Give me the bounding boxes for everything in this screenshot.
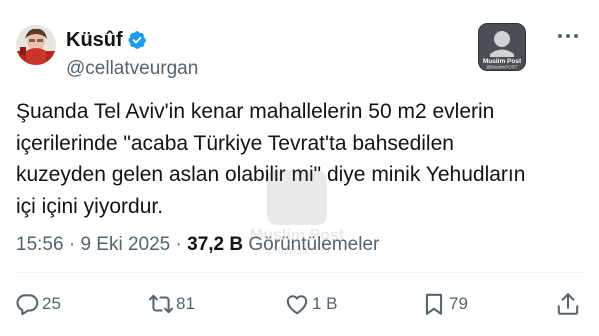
meta-separator: · (63, 234, 81, 255)
more-options-button[interactable] (551, 24, 585, 48)
like-count: 1 B (312, 294, 338, 313)
bookmark-button[interactable]: 79 (421, 290, 468, 318)
tweet-text-line: içerilerinde "acaba Türkiye Tevrat'ta ba… (16, 131, 454, 155)
more-icon (558, 34, 562, 38)
tweet-text-line: Şuanda Tel Aviv'in kenar mahallelerin 50… (16, 100, 495, 123)
display-name[interactable]: Küsûf (66, 29, 123, 51)
like-icon (286, 295, 308, 315)
avatar[interactable] (16, 25, 56, 65)
meta-separator: · (170, 234, 188, 255)
reply-count: 25 (42, 294, 61, 313)
reply-button[interactable]: 25 (14, 290, 61, 318)
views-label: Görüntülemeler (248, 234, 380, 255)
tweet: Küsûf @cellatveurgan Muslim Post @Muslim… (0, 0, 599, 336)
bookmark-icon (425, 293, 443, 315)
author-name-row: Küsûf (66, 29, 147, 51)
retweet-button[interactable]: 81 (148, 290, 195, 318)
tweet-text: Şuanda Tel Aviv'in kenar mahallelerin 50… (16, 96, 586, 222)
views-count[interactable]: 37,2 B (187, 234, 243, 255)
share-button[interactable] (555, 290, 581, 318)
svg-text:@MuslimPOST: @MuslimPOST (486, 65, 517, 70)
muslim-post-badge: Muslim Post @MuslimPOST (478, 23, 526, 71)
handle[interactable]: @cellatveurgan (66, 58, 198, 80)
share-icon (557, 293, 579, 315)
tweet-text-line: içi içini yiyordur. (16, 194, 164, 218)
reply-icon (16, 294, 39, 316)
divider (16, 272, 583, 273)
bookmark-count: 79 (449, 294, 468, 313)
tweet-date[interactable]: 9 Eki 2025 (80, 234, 170, 255)
retweet-count: 81 (176, 294, 195, 313)
tweet-time[interactable]: 15:56 (16, 234, 64, 255)
tweet-text-line: kuzeyden gelen aslan olabilir mi" diye m… (16, 163, 526, 186)
verified-badge-icon (128, 31, 146, 49)
tweet-meta: 15:56 · 9 Eki 2025 · 37,2 B Görüntülemel… (16, 233, 379, 257)
like-button[interactable]: 1 B (284, 290, 338, 318)
retweet-icon (148, 294, 174, 314)
